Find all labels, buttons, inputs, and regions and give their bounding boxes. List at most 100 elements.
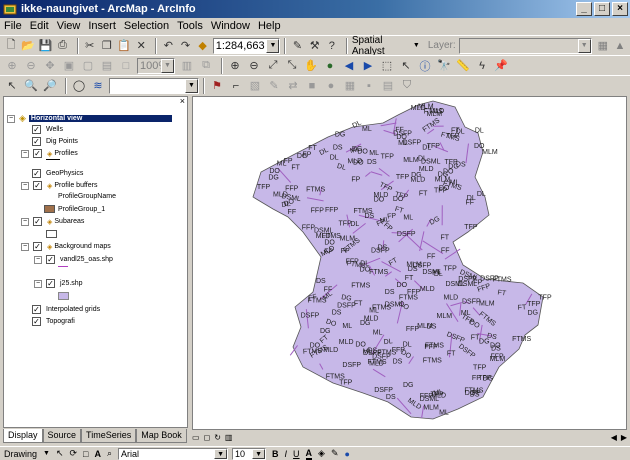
underline-button[interactable]: U	[293, 449, 300, 459]
layer-subareas[interactable]: − ✓ ◈ Subareas	[21, 217, 84, 226]
close-button[interactable]: ×	[612, 2, 628, 16]
layer-vandl25[interactable]: − ✓ vandl25_oas.shp	[34, 255, 113, 264]
undo-icon[interactable]: ↶	[161, 38, 175, 54]
fixed-zoom-out-icon[interactable]: ▢	[80, 58, 96, 74]
editor-icon[interactable]: ✎	[290, 38, 304, 54]
zoom-100-icon[interactable]: □	[118, 58, 134, 74]
checkbox-checked[interactable]: ✓	[33, 181, 42, 190]
layer-combo[interactable]: ▼	[458, 37, 592, 54]
menu-edit[interactable]: Edit	[30, 20, 49, 32]
menu-view[interactable]: View	[57, 20, 81, 32]
edit-profile-icon[interactable]: ✎	[266, 78, 282, 94]
flag-icon[interactable]: ⚑	[209, 78, 225, 94]
close-icon[interactable]: ×	[180, 96, 185, 106]
fixed-zoom-out-icon[interactable]: ⤡	[284, 58, 300, 74]
tool-combo[interactable]: ▼	[109, 77, 199, 94]
tab-source[interactable]: Source	[42, 429, 82, 443]
toc-dataframe[interactable]: − ◈ Horizontal view	[7, 113, 172, 124]
new-icon[interactable]: 🗋	[4, 38, 18, 54]
table-icon[interactable]: ▤	[380, 78, 396, 94]
scroll-right-icon[interactable]: ▶	[621, 433, 627, 442]
collapse-icon[interactable]: −	[21, 217, 29, 226]
query-icon[interactable]: 🔍	[23, 78, 39, 94]
zoom-layer-icon[interactable]: 🔎	[42, 78, 58, 94]
copy-icon[interactable]: ❐	[100, 38, 114, 54]
grid-icon[interactable]: ▦	[342, 78, 358, 94]
rotate-icon[interactable]: ⟳	[70, 448, 78, 459]
data-view-icon[interactable]: ▭	[192, 433, 200, 442]
maximize-button[interactable]: □	[594, 2, 610, 16]
chevron-down-icon[interactable]: ▼	[266, 38, 280, 53]
save-icon[interactable]: 💾	[38, 38, 53, 54]
checkbox-checked[interactable]: ✓	[33, 149, 42, 158]
whole-page-icon[interactable]: ▤	[99, 58, 115, 74]
font-combo[interactable]: Arial ▼	[118, 447, 229, 460]
bookmark-icon[interactable]: ⛉	[399, 78, 415, 94]
identify-icon[interactable]: ⓘ	[417, 58, 433, 74]
fixed-zoom-in-icon[interactable]: ▣	[61, 58, 77, 74]
checkbox-checked[interactable]: ✓	[32, 305, 41, 314]
swap-icon[interactable]: ⇄	[285, 78, 301, 94]
line-color-icon[interactable]: ✎	[331, 448, 339, 459]
back-arrow-icon[interactable]: ◀	[341, 58, 357, 74]
checkbox-checked[interactable]: ✓	[32, 137, 41, 146]
layout-view-icon[interactable]: ◻	[204, 433, 211, 442]
zoom-percent-combo[interactable]: 100% ▼	[137, 57, 175, 74]
rectangle-icon[interactable]: □	[83, 449, 88, 459]
font-size-combo[interactable]: 10 ▼	[232, 447, 267, 460]
layer-profiles[interactable]: − ✓ ◈ Profiles	[21, 149, 78, 158]
refresh-icon[interactable]: ↻	[214, 433, 221, 442]
layer-interpolated-grids[interactable]: ✓ Interpolated grids	[32, 305, 100, 314]
arctoolbox-icon[interactable]: ⚒	[308, 38, 322, 54]
collapse-icon[interactable]: −	[21, 242, 29, 251]
checkbox-checked[interactable]: ✓	[46, 279, 55, 288]
block-icon[interactable]: ▪	[361, 78, 377, 94]
map-view[interactable]: DG FP FTMS FT DO MLD FF MLM FP DG TFP DO DS DL DL DG MLD…	[192, 96, 627, 430]
map-canvas[interactable]: DGFPFTMSFTDOMLDFFMLMFPDGTFPDODSDLDLDGMLD…	[193, 97, 627, 430]
tab-map-book[interactable]: Map Book	[136, 429, 187, 443]
add-data-icon[interactable]: ◆	[196, 38, 210, 54]
layer-wells[interactable]: ✓ Wells	[32, 125, 63, 134]
italic-button[interactable]: I	[285, 449, 288, 459]
select-elements-icon[interactable]: ↖	[398, 58, 414, 74]
menu-selection[interactable]: Selection	[124, 20, 169, 32]
collapse-icon[interactable]: −	[34, 279, 42, 288]
text-icon[interactable]: A	[94, 449, 101, 459]
checkbox-checked[interactable]: ✓	[32, 169, 41, 178]
histogram-icon[interactable]: ▲	[613, 38, 627, 54]
lasso-icon[interactable]: ◯	[71, 78, 87, 94]
marker-color-icon[interactable]: ●	[345, 449, 350, 459]
redo-icon[interactable]: ↷	[178, 38, 192, 54]
chevron-down-icon[interactable]: ▼	[577, 38, 591, 53]
full-extent-icon[interactable]: ●	[322, 58, 338, 74]
pointer-icon[interactable]: ↖	[4, 78, 20, 94]
menu-window[interactable]: Window	[211, 20, 250, 32]
map-scale-combo[interactable]: 1:284,663 ▼	[212, 37, 281, 54]
layer-topografi[interactable]: ✓ Topografi	[32, 317, 75, 326]
open-icon[interactable]: 📂	[21, 38, 35, 54]
collapse-icon[interactable]: −	[21, 149, 29, 158]
zoom-out-page-icon[interactable]: ⊖	[23, 58, 39, 74]
print-icon[interactable]: ⎙	[55, 38, 69, 54]
focus-frame-icon[interactable]: ⧉	[198, 58, 214, 74]
chevron-down-icon[interactable]: ▼	[413, 42, 420, 49]
checkbox-checked[interactable]: ✓	[32, 125, 41, 134]
tab-display[interactable]: Display	[3, 429, 43, 443]
report-icon[interactable]: ▧	[247, 78, 263, 94]
cut-icon[interactable]: ✂	[83, 38, 97, 54]
scroll-left-icon[interactable]: ◀	[611, 433, 617, 442]
chevron-down-icon[interactable]: ▼	[252, 448, 266, 459]
menu-help[interactable]: Help	[258, 20, 281, 32]
toggle-draft-icon[interactable]: ▥	[179, 58, 195, 74]
zoom-in-page-icon[interactable]: ⊕	[4, 58, 20, 74]
solid-circle-icon[interactable]: ●	[323, 78, 339, 94]
measure-icon[interactable]: 📏	[455, 58, 471, 74]
select-features-icon[interactable]: ⬚	[379, 58, 395, 74]
bold-button[interactable]: B	[272, 449, 279, 459]
checkbox-checked[interactable]: ✓	[33, 242, 42, 251]
paste-icon[interactable]: 📋	[117, 38, 131, 54]
spatial-analyst-menu[interactable]: Spatial Analyst	[352, 35, 410, 57]
hyperlink-icon[interactable]: ϟ	[474, 58, 490, 74]
collapse-icon[interactable]: −	[34, 255, 42, 264]
layer-background-maps[interactable]: − ✓ ◈ Background maps	[21, 242, 111, 251]
